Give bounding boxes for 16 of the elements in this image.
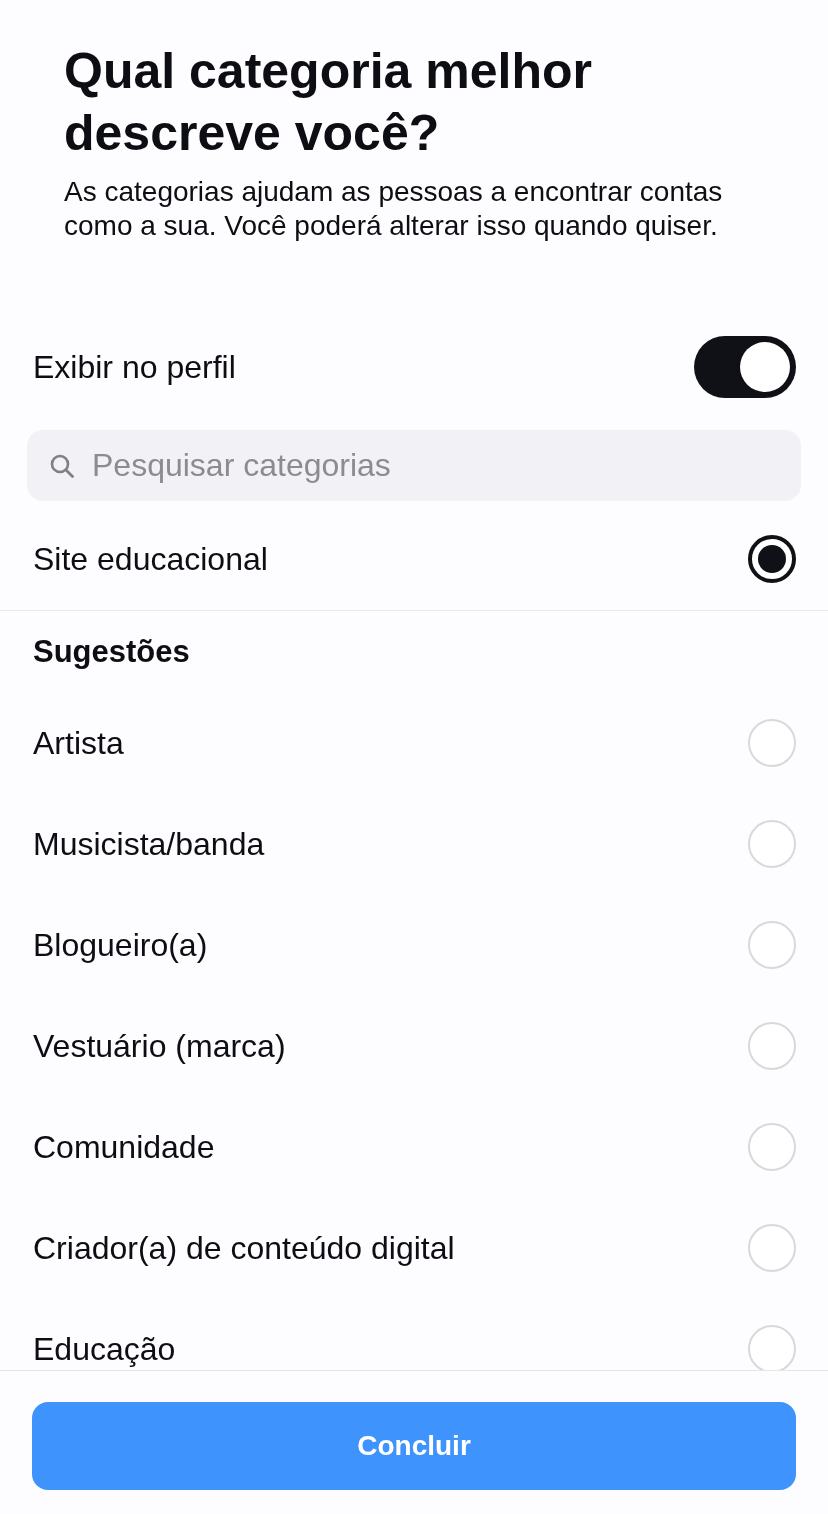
search-field[interactable]: Pesquisar categorias bbox=[27, 430, 801, 501]
section-heading: Sugestões bbox=[33, 632, 190, 671]
category-label: Artista bbox=[33, 723, 124, 763]
search-icon bbox=[50, 453, 74, 478]
category-label: Site educacional bbox=[33, 540, 268, 579]
category-label: Blogueiro(a) bbox=[33, 925, 208, 965]
done-button[interactable]: Concluir bbox=[32, 1402, 796, 1490]
page-description: As categorias ajudam as pessoas a encontrar contas como a sua. Você poderá alterar isso quando quiser. bbox=[64, 175, 724, 243]
page-title: Qual categoria melhor descreve você? bbox=[64, 42, 593, 163]
radio-button[interactable] bbox=[748, 535, 796, 583]
toggle-label: Exibir no perfil bbox=[33, 348, 236, 387]
category-label: Educação bbox=[33, 1329, 176, 1369]
category-label: Criador(a) de conteúdo digital bbox=[33, 1228, 455, 1268]
category-label: Comunidade bbox=[33, 1127, 215, 1167]
category-label: Vestuário (marca) bbox=[33, 1026, 286, 1066]
category-label: Musicista/banda bbox=[33, 824, 265, 864]
